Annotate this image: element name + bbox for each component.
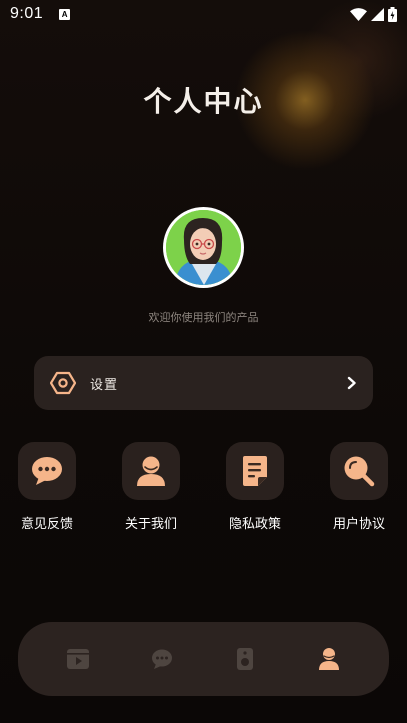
feature-feedback[interactable]: 意见反馈 — [16, 442, 78, 532]
notification-icon: A — [59, 8, 71, 20]
feature-about-label: 关于我们 — [124, 517, 177, 532]
welcome-text: 欢迎你使用我们的产品 — [148, 311, 259, 324]
tab-music[interactable] — [225, 639, 265, 679]
feature-about-tile — [122, 442, 180, 500]
battery-icon — [388, 6, 397, 22]
status-bar: 9:01 A — [0, 0, 407, 28]
tab-messages[interactable] — [142, 639, 182, 679]
bottom-tab-bar — [18, 622, 389, 696]
wifi-icon — [350, 7, 367, 21]
chat-bubble-icon — [32, 457, 62, 485]
feature-feedback-label: 意见反馈 — [20, 517, 73, 532]
hexagon-gear-icon — [50, 371, 76, 395]
feature-agreement[interactable]: 用户协议 — [328, 442, 390, 532]
feature-feedback-tile — [18, 442, 76, 500]
chevron-right-icon — [347, 376, 356, 390]
status-time: 9:01 — [10, 5, 44, 22]
profile-icon — [319, 648, 340, 670]
signal-icon — [371, 7, 384, 21]
tab-profile[interactable] — [309, 639, 349, 679]
feature-privacy-label: 隐私政策 — [228, 517, 281, 532]
settings-row[interactable]: 设置 — [34, 356, 373, 410]
avatar-image — [166, 210, 241, 285]
feature-privacy-tile — [226, 442, 284, 500]
settings-label: 设置 — [90, 377, 119, 393]
avatar-illustration — [166, 210, 241, 285]
magnifier-icon — [344, 456, 375, 487]
page-title: 个人中心 — [143, 85, 264, 118]
feature-agreement-label: 用户协议 — [332, 517, 385, 532]
message-icon — [151, 649, 172, 669]
document-icon — [243, 456, 267, 486]
avatar[interactable] — [163, 207, 244, 288]
feature-about[interactable]: 关于我们 — [120, 442, 182, 532]
video-icon — [66, 649, 89, 669]
tab-video[interactable] — [58, 639, 98, 679]
speaker-icon — [237, 648, 254, 670]
status-icons — [350, 6, 397, 22]
feature-privacy[interactable]: 隐私政策 — [224, 442, 286, 532]
feature-agreement-tile — [330, 442, 388, 500]
person-icon — [137, 456, 165, 486]
